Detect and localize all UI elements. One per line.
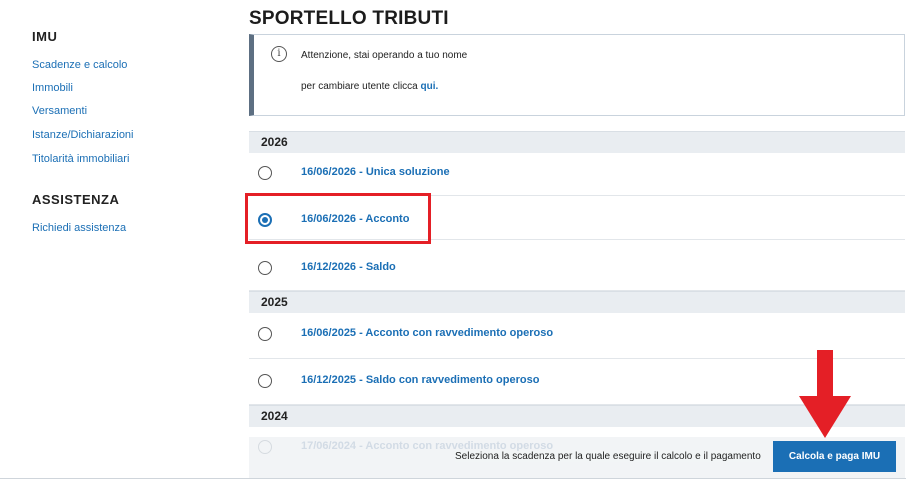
- notice-change-user: per cambiare utente clicca qui.: [301, 81, 438, 92]
- deadline-option-label[interactable]: 16/12/2025 - Saldo con ravvedimento oper…: [301, 374, 539, 386]
- deadline-option-row[interactable]: 16/06/2026 - Acconto: [249, 196, 905, 240]
- sidebar-heading-imu: IMU: [32, 29, 58, 44]
- sidebar-item-versamenti[interactable]: Versamenti: [32, 105, 87, 117]
- sidebar-item-immobili[interactable]: Immobili: [32, 82, 73, 94]
- sidebar-item-scadenze-e-calcolo[interactable]: Scadenze e calcolo: [32, 59, 127, 71]
- info-icon: i: [271, 46, 287, 62]
- year-header-2025: 2025: [249, 291, 905, 313]
- radio-button[interactable]: [258, 166, 272, 180]
- year-label: 2024: [261, 409, 288, 423]
- sidebar-heading-assistenza: ASSISTENZA: [32, 192, 120, 207]
- year-header-2026: 2026: [249, 131, 905, 153]
- footer-hint: Seleziona la scadenza per la quale esegu…: [455, 451, 761, 462]
- year-label: 2025: [261, 295, 288, 309]
- notice-message: Attenzione, stai operando a tuo nome: [301, 50, 468, 61]
- radio-button[interactable]: [258, 261, 272, 275]
- notice-box: i Attenzione, stai operando a tuo nome p…: [249, 34, 905, 116]
- radio-button[interactable]: [258, 374, 272, 388]
- sidebar-item-istanze-dichiarazioni[interactable]: Istanze/Dichiarazioni: [32, 129, 134, 141]
- notice-change-user-text: per cambiare utente clicca: [301, 81, 421, 92]
- deadline-option-label[interactable]: 16/06/2026 - Acconto: [301, 213, 409, 225]
- deadline-option-label[interactable]: 16/06/2025 - Acconto con ravvedimento op…: [301, 327, 553, 339]
- sidebar-item-titolarita-immobiliari[interactable]: Titolarità immobiliari: [32, 153, 129, 165]
- sticky-footer: 17/06/2024 - Acconto con ravvedimento op…: [249, 437, 905, 478]
- radio-button[interactable]: [258, 440, 272, 454]
- radio-button-selected[interactable]: [258, 213, 272, 227]
- arrow-down-icon: [799, 350, 851, 438]
- sidebar-item-richiedi-assistenza[interactable]: Richiedi assistenza: [32, 222, 126, 234]
- deadline-option-row[interactable]: 16/06/2026 - Unica soluzione: [249, 152, 905, 196]
- change-user-link[interactable]: qui.: [421, 81, 439, 92]
- radio-button[interactable]: [258, 327, 272, 341]
- deadline-option-label[interactable]: 16/12/2026 - Saldo: [301, 261, 396, 273]
- calcola-e-paga-imu-button[interactable]: Calcola e paga IMU: [773, 441, 896, 472]
- deadline-option-label[interactable]: 16/06/2026 - Unica soluzione: [301, 166, 450, 178]
- year-label: 2026: [261, 135, 288, 149]
- page-title: SPORTELLO TRIBUTI: [249, 8, 449, 29]
- deadline-option-row[interactable]: 16/12/2026 - Saldo: [249, 244, 905, 291]
- divider: [0, 478, 906, 479]
